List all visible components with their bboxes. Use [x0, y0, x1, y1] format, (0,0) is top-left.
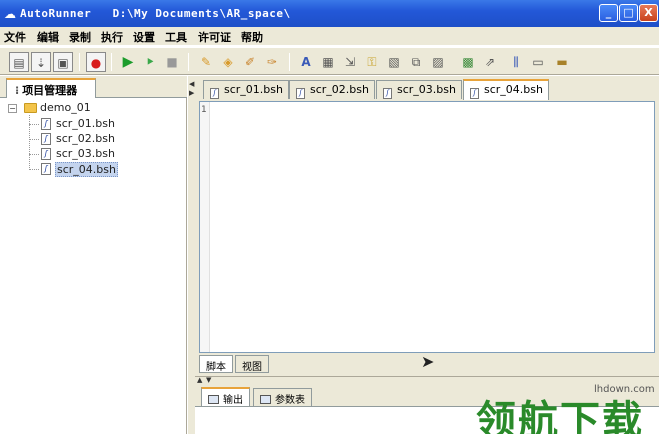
- menu-edit[interactable]: 编辑: [37, 29, 59, 45]
- tab-project-manager[interactable]: ⁝ 项目管理器: [6, 78, 96, 98]
- expand-down-icon[interactable]: ▼: [206, 376, 211, 384]
- tab-scr02[interactable]: ʃ scr_02.bsh: [289, 80, 375, 99]
- pencil-icon[interactable]: ✐: [240, 52, 260, 72]
- script-file-icon: ʃ: [41, 118, 51, 130]
- close-button[interactable]: X: [639, 4, 658, 22]
- script-file-icon: ʃ: [470, 88, 479, 99]
- project-tabbar: ⁝ 项目管理器: [0, 76, 187, 98]
- minimize-button[interactable]: _: [599, 4, 618, 22]
- horizontal-splitter[interactable]: ▲ ▼: [195, 376, 659, 384]
- title-bar: ☁ AutoRunner D:\My Documents\AR_space\ _…: [0, 0, 659, 27]
- script-file-icon: ʃ: [41, 148, 51, 160]
- tree-file-scr03[interactable]: scr_03.bsh: [56, 147, 115, 162]
- tab-label: scr_04.bsh: [484, 83, 543, 96]
- tab-parameters[interactable]: 参数表: [253, 388, 312, 406]
- edit-icon[interactable]: ✑: [262, 52, 282, 72]
- menu-file[interactable]: 文件: [4, 29, 26, 45]
- toolbar-separator: [79, 53, 80, 71]
- new-script-icon[interactable]: ▤: [9, 52, 29, 72]
- capture-icon[interactable]: ▦: [318, 52, 338, 72]
- tree-line: [29, 124, 39, 125]
- menu-help[interactable]: 帮助: [241, 29, 263, 45]
- menu-tools[interactable]: 工具: [165, 29, 187, 45]
- output-tab-label: 输出: [223, 395, 243, 406]
- tree-file-scr02[interactable]: scr_02.bsh: [56, 132, 115, 147]
- tree-line: [29, 139, 39, 140]
- menu-bar: 文件 编辑 录制 执行 设置 工具 许可证 帮助: [0, 27, 659, 45]
- window-title: AutoRunner D:\My Documents\AR_space\: [20, 7, 291, 20]
- maximize-button[interactable]: □: [619, 4, 638, 22]
- paste-icon[interactable]: ▨: [428, 52, 448, 72]
- menu-run[interactable]: 执行: [101, 29, 123, 45]
- line-number-gutter: 1: [200, 102, 210, 352]
- copy-icon[interactable]: ⧉: [406, 52, 426, 72]
- vertical-splitter[interactable]: ◀ ▶: [187, 76, 195, 434]
- record-icon[interactable]: ●: [86, 52, 106, 72]
- tab-label: scr_03.bsh: [397, 83, 456, 96]
- properties-icon[interactable]: ▬: [552, 52, 572, 72]
- tree-file-scr04[interactable]: scr_04.bsh: [55, 162, 118, 177]
- tree-line: [29, 169, 39, 170]
- tab-script[interactable]: 脚本: [199, 355, 233, 373]
- watermark-text: 领航下载: [476, 398, 644, 434]
- move-icon[interactable]: ⇲: [340, 52, 360, 72]
- tab-label: scr_02.bsh: [310, 83, 369, 96]
- script-file-icon: ʃ: [383, 88, 392, 99]
- step-icon[interactable]: ⯈: [140, 52, 160, 72]
- collapse-left-icon[interactable]: ◀: [189, 80, 194, 88]
- watermark: lhdown.com 领航下载: [476, 384, 656, 434]
- project-tab-icon: ⁝: [15, 84, 20, 97]
- toolbar-separator: [289, 53, 290, 71]
- output-icon: [208, 395, 219, 404]
- open-icon[interactable]: ⇣: [31, 52, 51, 72]
- menu-settings[interactable]: 设置: [133, 29, 155, 45]
- tab-scr04[interactable]: ʃ scr_04.bsh: [463, 79, 549, 100]
- tab-scr03[interactable]: ʃ scr_03.bsh: [376, 80, 462, 99]
- tree-file-scr01[interactable]: scr_01.bsh: [56, 117, 115, 132]
- window-icon[interactable]: ▭: [528, 52, 548, 72]
- collapse-up-icon[interactable]: ▲: [197, 376, 202, 384]
- app-icon: ☁: [4, 7, 16, 21]
- table-icon: [260, 395, 271, 404]
- tree-root-demo[interactable]: demo_01: [40, 101, 91, 116]
- menu-license[interactable]: 许可证: [198, 29, 231, 45]
- tree-collapse-icon[interactable]: −: [8, 104, 17, 113]
- project-tab-label: 项目管理器: [22, 84, 78, 97]
- stop-icon[interactable]: ■: [162, 52, 182, 72]
- run-icon[interactable]: ▶: [118, 52, 138, 72]
- editor-area: ʃ scr_01.bsh ʃ scr_02.bsh ʃ scr_03.bsh ʃ scr…: [195, 76, 659, 376]
- parameters-tab-label: 参数表: [275, 395, 305, 406]
- checkpoint-icon[interactable]: ✎: [196, 52, 216, 72]
- menu-record[interactable]: 录制: [69, 29, 91, 45]
- expand-right-icon[interactable]: ▶: [189, 89, 194, 97]
- mouse-cursor-icon: ➤: [421, 352, 435, 371]
- script-file-icon: ʃ: [41, 133, 51, 145]
- wizard-icon[interactable]: ⇗: [480, 52, 500, 72]
- key-icon[interactable]: ⚿: [362, 52, 382, 72]
- script-file-icon: ʃ: [41, 163, 51, 175]
- toolbar-separator: [111, 53, 112, 71]
- toolbar: ▤ ⇣ ▣ ● ▶ ⯈ ■ ✎ ◈ ✐ ✑ A ▦ ⇲ ⚿ ▧ ⧉ ▨ ▩ ⇗ …: [0, 47, 659, 75]
- line-number: 1: [201, 105, 207, 115]
- toolbar-separator: [188, 53, 189, 71]
- tab-scr01[interactable]: ʃ scr_01.bsh: [203, 80, 289, 99]
- save-icon[interactable]: ▣: [53, 52, 73, 72]
- script-file-icon: ʃ: [210, 88, 219, 99]
- script-file-icon: ʃ: [296, 88, 305, 99]
- script-editor[interactable]: 1: [199, 101, 655, 353]
- object-icon[interactable]: ▧: [384, 52, 404, 72]
- compare-icon[interactable]: ▩: [458, 52, 478, 72]
- tree-line: [29, 154, 39, 155]
- project-panel: ⁝ 项目管理器 − demo_01 ʃ scr_01.bsh ʃ scr_02.b…: [0, 76, 187, 434]
- tag-icon[interactable]: ◈: [218, 52, 238, 72]
- tab-view[interactable]: 视图: [235, 355, 269, 373]
- tab-output[interactable]: 输出: [201, 387, 250, 406]
- align-icon[interactable]: ⫼: [506, 52, 526, 72]
- folder-icon: [24, 103, 37, 113]
- text-size-icon[interactable]: A: [296, 52, 316, 72]
- tab-label: scr_01.bsh: [224, 83, 283, 96]
